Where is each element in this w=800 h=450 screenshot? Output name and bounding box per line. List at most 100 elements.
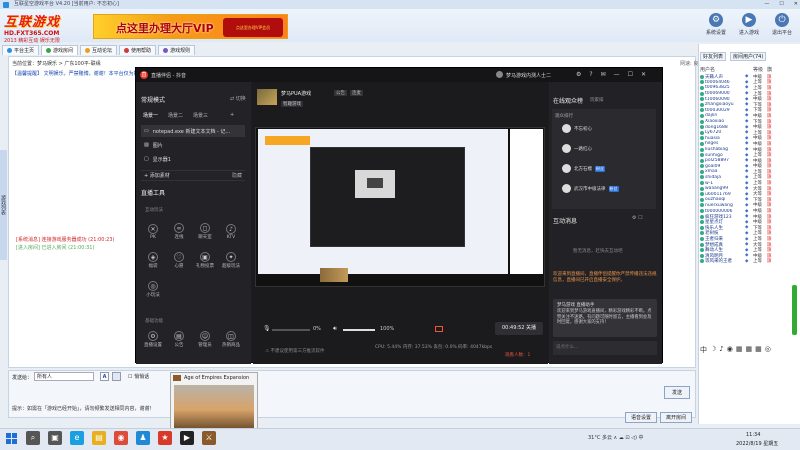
live-tool-button[interactable]: ✕ PK: [143, 223, 163, 240]
mail-icon[interactable]: ✉: [601, 71, 606, 78]
tab-help[interactable]: 使用帮助: [119, 44, 157, 55]
task-view-icon[interactable]: ▣: [48, 431, 62, 445]
emoji-toolbar-icon[interactable]: ◉: [727, 345, 733, 355]
preview-nested-inner: [367, 178, 383, 188]
emoji-toolbar-icon[interactable]: ▦: [736, 345, 743, 355]
private-checkbox[interactable]: ☐ 悄悄话: [128, 373, 149, 380]
tab-scene-3[interactable]: 场景三: [193, 112, 208, 119]
empires-icon[interactable]: ⚔: [202, 431, 216, 445]
live-tool-button[interactable]: ♡ 心愿: [169, 252, 189, 269]
voice-settings-button[interactable]: 语音设置: [625, 412, 657, 423]
vip-banner[interactable]: 点这里办理大厅VIP 点这里办理VIP会员: [93, 14, 288, 39]
speaker-icon[interactable]: 🔊︎: [333, 325, 337, 333]
live-timer-stop-button[interactable]: 00:49:52 关播: [495, 322, 543, 335]
source-item[interactable]: ▢ 显示器1: [141, 153, 245, 165]
tab-forum[interactable]: 互动论坛: [80, 44, 118, 55]
close-button[interactable]: ✕: [794, 0, 798, 9]
enter-game-button[interactable]: ▶ 进入游戏: [733, 13, 765, 40]
avatar[interactable]: [496, 71, 503, 78]
minimize-button[interactable]: —: [764, 0, 769, 9]
audience-item[interactable]: 武汉市中级法律 粉丝: [562, 184, 619, 193]
taskbar-preview-thumbnail[interactable]: [174, 385, 254, 430]
live-tool-button[interactable]: ⚙ 直播设置: [143, 331, 163, 348]
mic-volume-slider[interactable]: [272, 329, 310, 331]
live-tool-button[interactable]: ∞ 连线: [169, 223, 189, 240]
stream-chat-input[interactable]: 说点什么...: [553, 341, 657, 355]
audience-item[interactable]: 一路红心: [562, 144, 592, 153]
qq-icon[interactable]: ♟: [136, 431, 150, 445]
live-tool-button[interactable]: ◻ 聊天室: [195, 223, 215, 240]
tab-scene-2[interactable]: 场景二: [168, 112, 183, 119]
clock-date[interactable]: 2022/8/19 星期五: [736, 440, 778, 447]
tab-home[interactable]: 平台主页: [2, 44, 40, 55]
maximize-button[interactable]: ☐: [779, 0, 783, 9]
emoji-toolbar-icon[interactable]: ▦: [755, 345, 762, 355]
game-list-toggle[interactable]: 游戏列表: [0, 150, 7, 260]
microphone-icon[interactable]: 🎙︎: [263, 325, 271, 332]
stream-user-name[interactable]: 梦马游戏内测人士二: [506, 72, 551, 79]
system-settings-button[interactable]: ⚙ 系统设置: [700, 13, 732, 40]
system-tray[interactable]: 31°C 多云 ∧ ☁ ⊡ ◁) 中: [588, 434, 644, 441]
exit-platform-button[interactable]: ⏻ 退出平台: [766, 13, 798, 40]
online-audience-tab[interactable]: 玩家排: [590, 97, 604, 103]
tab-room-users[interactable]: 房间用户(74): [730, 52, 767, 61]
stream-icon[interactable]: ▶: [180, 431, 194, 445]
user-list-scrollbar[interactable]: [792, 285, 797, 335]
edge-icon[interactable]: e: [70, 431, 84, 445]
room-category[interactable]: 智趣游戏: [281, 101, 303, 107]
emoji-toolbar-icon[interactable]: 中: [700, 345, 707, 355]
tab-game-room[interactable]: 游戏房间: [41, 44, 79, 55]
live-tool-button[interactable]: ♪ KTV: [221, 223, 241, 240]
live-tool-button[interactable]: ☺ 管理员: [195, 331, 215, 348]
settings-icon[interactable]: ⚙: [576, 71, 581, 78]
user-status-icon: [700, 119, 704, 124]
stream-room-title[interactable]: 梦马PUA游戏: [281, 90, 311, 97]
user-list-item[interactable]: 等风来的王者 ◆ 上等旗: [700, 259, 798, 264]
room-cover-thumbnail[interactable]: [257, 89, 277, 105]
hide-sources-button[interactable]: 隐藏: [232, 172, 242, 179]
close-icon[interactable]: ✕: [641, 71, 646, 78]
linkmic-tag[interactable]: 连麦: [350, 90, 363, 96]
emoji-toolbar-icon[interactable]: ☽: [710, 345, 716, 355]
source-item[interactable]: ▭ notepad.exe 新建文本文档 - 记...: [141, 125, 245, 137]
source-item[interactable]: ▨ 图片: [141, 139, 245, 151]
tool-label: 管理员: [198, 343, 212, 348]
audience-item[interactable]: 北方石榴 粉丝: [562, 164, 605, 173]
record-icon[interactable]: [435, 326, 443, 332]
live-tool-button[interactable]: ▣ 礼物投票: [195, 252, 215, 269]
tab-friends[interactable]: 好友列表: [700, 52, 727, 61]
image-icon[interactable]: [112, 372, 121, 381]
minimize-icon[interactable]: —: [614, 71, 620, 78]
font-format-button[interactable]: A: [100, 372, 109, 381]
live-tool-button[interactable]: ◈ 福袋: [143, 252, 163, 269]
speaker-volume-slider[interactable]: [343, 329, 375, 331]
emoji-toolbar-icon[interactable]: ▦: [745, 345, 752, 355]
emoji-toolbar-icon[interactable]: ◎: [765, 345, 771, 355]
add-source-button[interactable]: + 添加素材: [141, 170, 245, 181]
tab-scene-1[interactable]: 场景一: [143, 112, 158, 119]
interaction-settings-icon[interactable]: ⚙ ☐: [632, 215, 643, 221]
chat-message: [系统消息] 连接游戏服务器成功 (21:00:23): [16, 237, 115, 243]
send-to-select[interactable]: 所有人: [34, 372, 94, 381]
search-icon[interactable]: ⌕: [26, 431, 40, 445]
emoji-toolbar-icon[interactable]: ♪: [719, 345, 723, 355]
chrome-icon[interactable]: ◉: [114, 431, 128, 445]
leave-room-button[interactable]: 离开房间: [660, 412, 692, 423]
clock-time[interactable]: 11:34: [746, 432, 760, 438]
game-icon[interactable]: ★: [158, 431, 172, 445]
live-tool-button[interactable]: ✦ 超级玩法: [221, 252, 241, 269]
tab-rules[interactable]: 游戏规则: [158, 44, 196, 55]
maximize-icon[interactable]: ☐: [628, 71, 633, 78]
audience-item[interactable]: 不忘初心: [562, 124, 592, 133]
live-tool-button[interactable]: ◫ 热销商品: [221, 331, 241, 348]
live-tool-button[interactable]: ▤ 公告: [169, 331, 189, 348]
add-scene-button[interactable]: +: [230, 112, 234, 119]
live-tool-button[interactable]: ◎ 小玩法: [143, 281, 163, 298]
mode-switch-button[interactable]: ⇄ 切换: [230, 95, 246, 102]
user-badge-icon: ◆: [745, 180, 749, 186]
help-icon[interactable]: ?: [589, 71, 592, 78]
announcement-tag[interactable]: 公告: [334, 90, 347, 96]
explorer-icon[interactable]: ▤: [92, 431, 106, 445]
windows-start-icon[interactable]: [6, 433, 17, 444]
send-button[interactable]: 发送: [664, 386, 690, 399]
